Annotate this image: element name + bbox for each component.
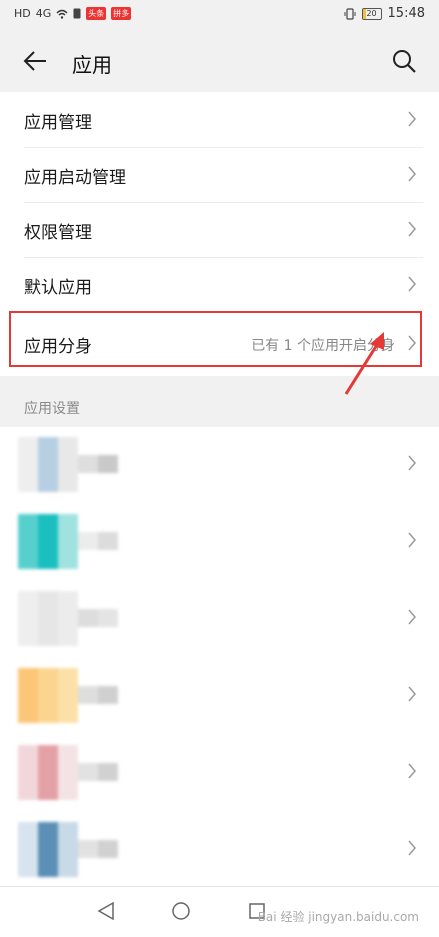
- notification-badge: 头条: [86, 7, 107, 20]
- blur-block: [98, 455, 118, 473]
- app-settings-row[interactable]: [0, 504, 439, 581]
- app-settings-row[interactable]: [0, 658, 439, 735]
- chevron-right-icon: [408, 763, 416, 779]
- menu-item-label: 权限管理: [24, 223, 92, 243]
- menu-item-label: 应用管理: [24, 113, 92, 133]
- blur-block: [98, 686, 118, 704]
- chevron-right-icon: [408, 335, 416, 351]
- status-bar: HD 4G 头条 拼多 20 15:48: [0, 0, 439, 32]
- menu-item-app-launch[interactable]: 应用启动管理: [0, 147, 439, 202]
- blurred-app-info: [18, 822, 118, 877]
- blur-block: [58, 745, 78, 800]
- blur-block: [98, 763, 118, 781]
- blur-block: [98, 609, 118, 627]
- blur-block: [78, 840, 98, 858]
- blurred-app-info: [18, 591, 118, 646]
- blur-block: [18, 437, 38, 492]
- blur-block: [58, 437, 78, 492]
- chevron-right-icon: [408, 111, 416, 127]
- blur-block: [38, 591, 58, 646]
- app-bar: 应用: [0, 32, 439, 90]
- blur-block: [58, 822, 78, 877]
- app-settings-row[interactable]: [0, 812, 439, 889]
- chevron-right-icon: [408, 221, 416, 237]
- blur-block: [58, 668, 78, 723]
- blur-block: [58, 514, 78, 569]
- back-arrow-icon[interactable]: [22, 48, 48, 74]
- menu-item-default-apps[interactable]: 默认应用: [0, 257, 439, 312]
- blur-block: [78, 686, 98, 704]
- blurred-app-info: [18, 745, 118, 800]
- sim-icon: [73, 8, 81, 19]
- blur-block: [58, 591, 78, 646]
- menu-item-label: 应用启动管理: [24, 168, 126, 188]
- blur-block: [18, 591, 38, 646]
- app-settings-row[interactable]: [0, 581, 439, 658]
- menu-item-label: 默认应用: [24, 278, 92, 298]
- notification-badge: 拼多: [111, 7, 132, 20]
- blur-block: [18, 822, 38, 877]
- blur-block: [38, 514, 58, 569]
- battery-level: 20: [366, 8, 377, 18]
- vibrate-icon: [344, 7, 356, 20]
- chevron-right-icon: [408, 609, 416, 625]
- blurred-app-info: [18, 514, 118, 569]
- menu-item-permissions[interactable]: 权限管理: [0, 202, 439, 257]
- chevron-right-icon: [408, 166, 416, 182]
- app-settings-row[interactable]: [0, 427, 439, 504]
- menu-item-label: 应用分身: [24, 337, 92, 357]
- blurred-app-info: [18, 437, 118, 492]
- nav-back-icon[interactable]: [96, 901, 116, 921]
- blur-block: [78, 532, 98, 550]
- blur-block: [18, 514, 38, 569]
- menu-item-app-management[interactable]: 应用管理: [0, 92, 439, 147]
- status-left: HD 4G 头条 拼多: [14, 7, 132, 20]
- signal-icon: 4G: [35, 7, 52, 20]
- status-right: 20 15:48: [344, 6, 425, 21]
- search-icon[interactable]: [391, 48, 417, 74]
- blur-block: [38, 437, 58, 492]
- chevron-right-icon: [408, 840, 416, 856]
- annotation-arrow-icon: [344, 332, 384, 395]
- blur-block: [38, 745, 58, 800]
- blur-block: [18, 668, 38, 723]
- chevron-right-icon: [408, 532, 416, 548]
- blurred-app-info: [18, 668, 118, 723]
- clock: 15:48: [387, 6, 425, 21]
- blur-block: [78, 455, 98, 473]
- page-title: 应用: [72, 53, 112, 77]
- blur-block: [78, 763, 98, 781]
- app-settings-row[interactable]: [0, 735, 439, 812]
- wifi-icon: [56, 9, 68, 19]
- chevron-right-icon: [408, 686, 416, 702]
- chevron-right-icon: [408, 276, 416, 292]
- watermark: Bai 经验 jingyan.baidu.com: [257, 910, 419, 924]
- blur-block: [78, 609, 98, 627]
- blur-block: [38, 668, 58, 723]
- section-title: 应用设置: [24, 401, 80, 417]
- blur-block: [38, 822, 58, 877]
- blur-block: [98, 840, 118, 858]
- navigation-bar: Bai 经验 jingyan.baidu.com: [0, 886, 439, 937]
- battery-icon: 20: [361, 7, 382, 20]
- hd-icon: HD: [14, 7, 31, 20]
- chevron-right-icon: [408, 455, 416, 471]
- nav-home-icon[interactable]: [171, 901, 191, 921]
- blur-block: [98, 532, 118, 550]
- blur-block: [18, 745, 38, 800]
